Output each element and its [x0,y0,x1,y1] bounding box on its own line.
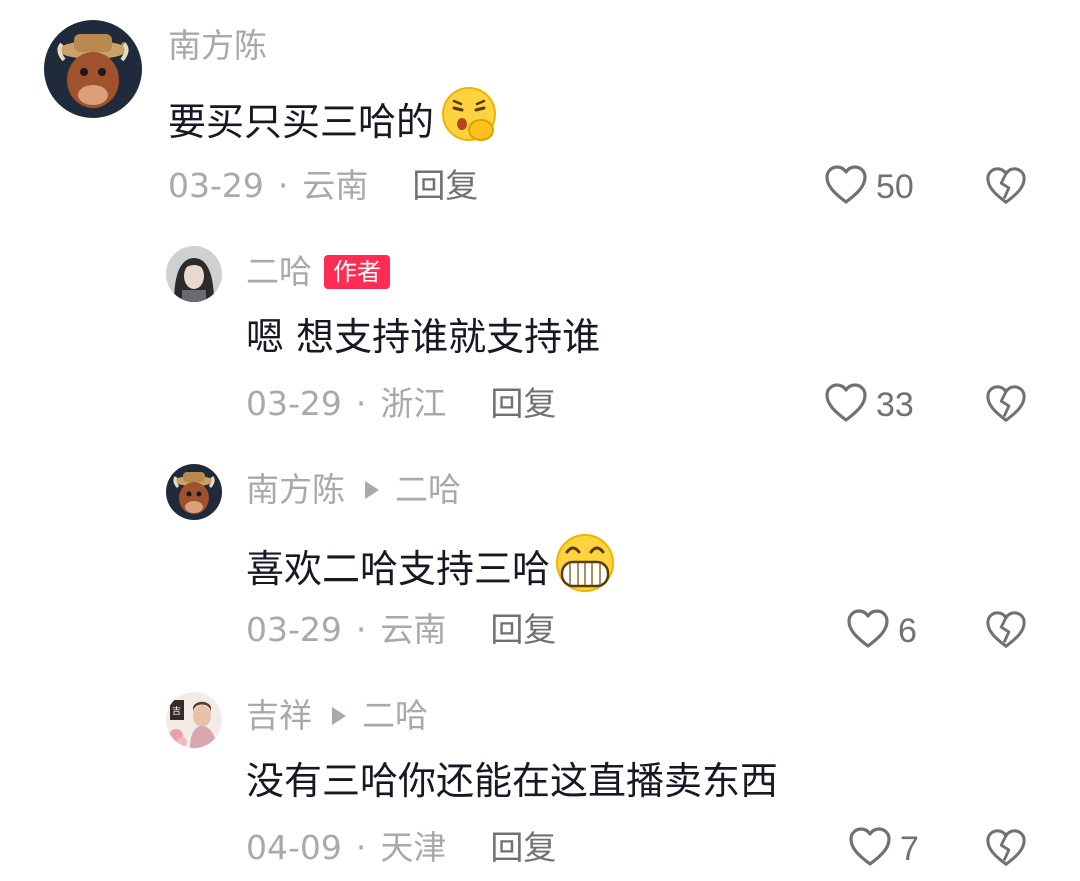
heart-outline-icon [846,608,890,654]
broken-heart-icon [985,611,1027,655]
svg-text:吉: 吉 [172,706,181,717]
comment-date: 03-29 [246,610,342,649]
comment-date: 03-29 [246,384,342,423]
comment-item: 南方陈 要买只买三哈的 03-29 · 云南 回复 50 [0,0,1080,220]
comment-item: 吉 吉祥 二哈 没有三哈你还能在这直播卖东西 04-09 · 天津 回复 7 [0,670,1080,881]
comment-location: 浙江 [380,384,447,423]
comment-meta: 03-29 · 浙江 回复 [246,384,556,424]
like-count: 33 [876,386,914,424]
like-button[interactable]: 7 [848,826,919,872]
grin-face-emoji [552,532,618,606]
like-count: 6 [898,612,917,650]
username[interactable]: 吉祥 [246,696,312,736]
username[interactable]: 二哈 [246,252,312,292]
heart-outline-icon [824,382,868,428]
separator-dot: · [355,610,367,649]
like-button[interactable]: 33 [824,382,914,428]
comment-location: 天津 [380,828,447,867]
separator-dot: · [355,384,367,423]
reply-button[interactable]: 回复 [490,828,556,868]
broken-heart-icon [985,167,1027,211]
avatar[interactable] [166,464,222,520]
broken-heart-icon [985,385,1027,429]
like-button[interactable]: 50 [824,164,914,210]
comment-location: 云南 [380,610,447,649]
comment-meta: 03-29 · 云南 回复 [168,166,478,206]
heart-outline-icon [848,826,892,872]
heart-outline-icon [824,164,868,210]
comment-date: 03-29 [168,166,264,205]
reply-arrow-icon [365,481,379,499]
comment-item: 南方陈 二哈 喜欢二哈支持三哈 03-29 · 云南 回复 6 [0,440,1080,670]
author-badge: 作者 [324,255,390,289]
like-count: 50 [876,168,914,206]
comment-text: 要买只买三哈的 [168,100,435,144]
comment-location: 云南 [302,166,369,205]
reply-arrow-icon [332,707,346,725]
broken-heart-icon [985,829,1027,873]
reply-button[interactable]: 回复 [490,384,556,424]
dislike-button[interactable] [985,383,1027,429]
comment-meta: 03-29 · 云南 回复 [246,610,556,650]
comment-text: 没有三哈你还能在这直播卖东西 [246,759,779,803]
avatar[interactable] [44,20,142,118]
reply-to-username[interactable]: 二哈 [395,470,461,510]
like-button[interactable]: 6 [846,608,917,654]
comment-text: 嗯 想支持谁就支持谁 [246,315,601,359]
dislike-button[interactable] [985,165,1027,211]
comment-meta: 04-09 · 天津 回复 [246,828,556,868]
username[interactable]: 南方陈 [246,470,345,510]
avatar[interactable]: 吉 [166,692,222,748]
comment-text-row: 喜欢二哈支持三哈 [246,532,618,606]
dislike-button[interactable] [985,827,1027,873]
comment-date: 04-09 [246,828,342,867]
username[interactable]: 南方陈 [168,26,267,66]
avatar[interactable] [166,246,222,302]
reply-to-username[interactable]: 二哈 [362,696,428,736]
separator-dot: · [355,828,367,867]
comment-item: 二哈 作者 嗯 想支持谁就支持谁 03-29 · 浙江 回复 33 [0,220,1080,440]
comment-text-row: 要买只买三哈的 [168,86,502,158]
dislike-button[interactable] [985,609,1027,655]
comment-text: 喜欢二哈支持三哈 [246,547,551,591]
separator-dot: · [277,166,289,205]
smirk-face-emoji [436,86,502,158]
reply-button[interactable]: 回复 [490,610,556,650]
reply-button[interactable]: 回复 [412,166,478,206]
like-count: 7 [900,830,919,868]
